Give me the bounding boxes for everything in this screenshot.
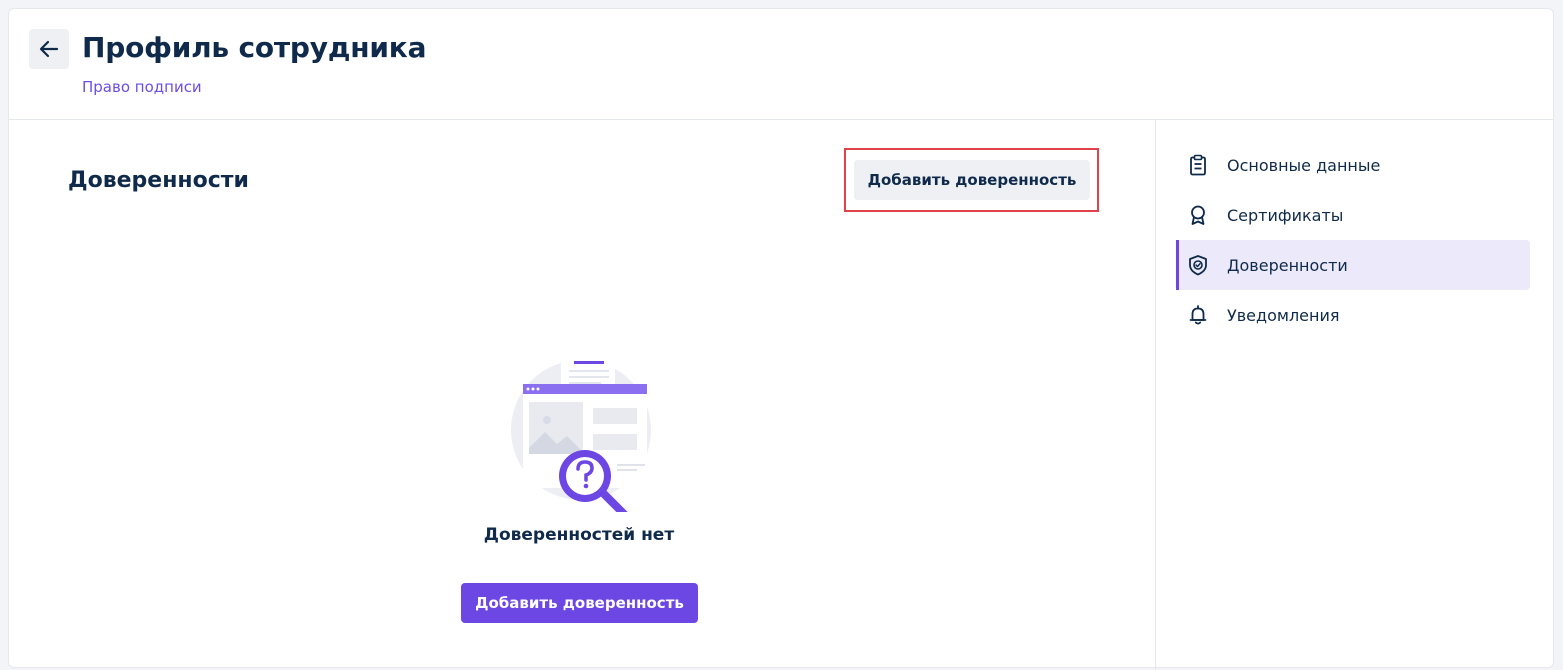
sidebar-nav: Основные данные Сертификаты Доверенности — [1155, 120, 1555, 670]
sidebar-item-label: Основные данные — [1227, 155, 1381, 175]
page-header: Профиль сотрудника Право подписи — [9, 9, 1553, 120]
sidebar-item-powers-of-attorney[interactable]: Доверенности — [1176, 240, 1530, 290]
clipboard-icon — [1187, 154, 1209, 176]
profile-card: Профиль сотрудника Право подписи Доверен… — [8, 8, 1555, 670]
sidebar-item-label: Доверенности — [1227, 255, 1348, 275]
page-title: Профиль сотрудника — [82, 31, 427, 64]
shield-check-icon — [1187, 254, 1209, 276]
add-power-of-attorney-button[interactable]: Добавить доверенность — [854, 160, 1090, 200]
section-title: Доверенности — [68, 168, 249, 193]
empty-state-message: Доверенностей нет — [483, 525, 675, 545]
add-power-of-attorney-primary-button[interactable]: Добавить доверенность — [461, 583, 698, 623]
sidebar-item-main-data[interactable]: Основные данные — [1176, 140, 1530, 190]
main-content: Доверенности Добавить доверенность Довер… — [9, 120, 1155, 670]
sidebar-item-notifications[interactable]: Уведомления — [1176, 290, 1530, 340]
award-icon — [1187, 204, 1209, 226]
bell-icon — [1187, 304, 1209, 326]
sidebar-item-certificates[interactable]: Сертификаты — [1176, 190, 1530, 240]
sidebar-item-label: Сертификаты — [1227, 205, 1344, 225]
sidebar-item-label: Уведомления — [1227, 305, 1340, 325]
page-subtitle: Право подписи — [82, 78, 202, 96]
empty-search-illustration — [511, 354, 653, 512]
arrow-left-icon — [39, 40, 59, 58]
back-button[interactable] — [29, 29, 69, 69]
